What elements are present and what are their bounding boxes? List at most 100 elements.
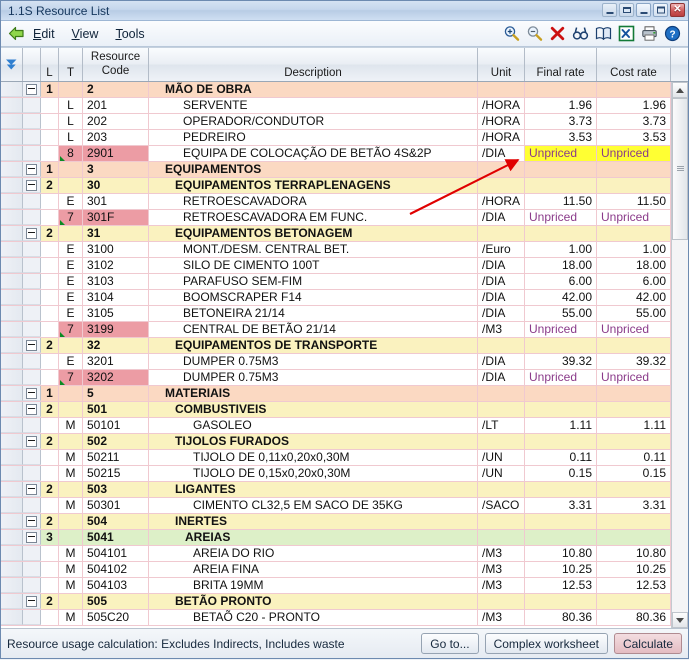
table-row[interactable]: L 203 PEDREIRO/HORA 3.53 3.53 bbox=[1, 130, 671, 146]
table-row[interactable]: E 3103 PARAFUSO SEM-FIM/DIA 6.00 6.00 bbox=[1, 274, 671, 290]
table-row[interactable]: 2 501 COMBUSTIVEIS bbox=[1, 402, 671, 418]
table-row[interactable]: 2 503 LIGANTES bbox=[1, 482, 671, 498]
find-icon[interactable] bbox=[571, 24, 590, 43]
table-row[interactable]: M 505C20 BETAÕ C20 - PRONTO/M3 80.36 80.36 bbox=[1, 610, 671, 626]
table-row[interactable]: M 504102 AREIA FINA/M3 10.25 10.25 bbox=[1, 562, 671, 578]
table-row[interactable]: 2 30 EQUIPAMENTOS TERRAPLENAGENS bbox=[1, 178, 671, 194]
table-row[interactable]: M 50211 TIJOLO DE 0,11x0,20x0,30M/UN 0.11 0.… bbox=[1, 450, 671, 466]
expander-toggle[interactable] bbox=[23, 178, 41, 193]
table-row[interactable]: L 201 SERVENTE/HORA 1.96 1.96 bbox=[1, 98, 671, 114]
cell-cost-rate: 18.00 bbox=[597, 258, 671, 273]
expander-toggle[interactable] bbox=[23, 338, 41, 353]
table-row[interactable]: 2 504 INERTES bbox=[1, 514, 671, 530]
table-row[interactable]: 2 32 EQUIPAMENTOS DE TRANSPORTE bbox=[1, 338, 671, 354]
table-row[interactable]: M 50301 CIMENTO CL32,5 EM SACO DE 35KG/SAC… bbox=[1, 498, 671, 514]
filter-button[interactable] bbox=[1, 48, 23, 81]
calculate-button[interactable]: Calculate bbox=[613, 633, 682, 654]
header-description[interactable]: Description bbox=[149, 48, 478, 81]
collapse-icon[interactable] bbox=[26, 483, 37, 495]
table-row[interactable]: 7 3202 DUMPER 0.75M3/DIA Unpriced Unpriced bbox=[1, 370, 671, 386]
table-row[interactable]: 2 502 TIJOLOS FURADOS bbox=[1, 434, 671, 450]
zoom-in-icon[interactable] bbox=[502, 24, 521, 43]
table-row[interactable]: 8 2901 EQUIPA DE COLOCAÇÃO DE BETÃO 4S&2P /… bbox=[1, 146, 671, 162]
collapse-icon[interactable] bbox=[26, 339, 37, 351]
cell-unit: /HORA bbox=[478, 130, 525, 145]
expander-toggle[interactable] bbox=[23, 402, 41, 417]
header-cost-rate[interactable]: Cost rate bbox=[597, 48, 671, 81]
minimize-button[interactable] bbox=[636, 3, 651, 17]
table-row[interactable]: E 3100 MONT./DESM. CENTRAL BET./Euro 1.00 1.… bbox=[1, 242, 671, 258]
zoom-out-icon[interactable] bbox=[525, 24, 544, 43]
go-to-button[interactable]: Go to... bbox=[421, 633, 479, 654]
collapse-icon[interactable] bbox=[26, 227, 37, 239]
collapse-icon[interactable] bbox=[26, 179, 37, 191]
print-icon[interactable] bbox=[640, 24, 659, 43]
expander-toggle[interactable] bbox=[23, 162, 41, 177]
row-gutter bbox=[1, 178, 23, 193]
expander-toggle[interactable] bbox=[23, 530, 41, 545]
expander-toggle[interactable] bbox=[23, 82, 41, 97]
close-button[interactable]: ✕ bbox=[670, 3, 685, 17]
cell-resource-code: 50301 bbox=[83, 498, 149, 513]
complex-worksheet-button[interactable]: Complex worksheet bbox=[484, 633, 608, 654]
scrollbar-thumb[interactable] bbox=[672, 98, 688, 240]
menu-item-tools[interactable]: Tools bbox=[113, 26, 146, 42]
collapse-icon[interactable] bbox=[26, 403, 37, 415]
table-row[interactable]: 2 31 EQUIPAMENTOS BETONAGEM bbox=[1, 226, 671, 242]
collapse-icon[interactable] bbox=[26, 595, 37, 607]
table-row[interactable]: L 202 OPERADOR/CONDUTOR/HORA 3.73 3.73 bbox=[1, 114, 671, 130]
table-row[interactable]: M 504103 BRITA 19MM/M3 12.53 12.53 bbox=[1, 578, 671, 594]
menu-item-view[interactable]: View bbox=[70, 26, 101, 42]
collapse-icon[interactable] bbox=[26, 435, 37, 447]
export-excel-icon[interactable] bbox=[617, 24, 636, 43]
collapse-icon[interactable] bbox=[26, 531, 37, 543]
expander-toggle[interactable] bbox=[23, 514, 41, 529]
mdi-restore-button[interactable] bbox=[619, 3, 634, 17]
help-icon[interactable]: ? bbox=[663, 24, 682, 43]
table-row[interactable]: E 3105 BETONEIRA 21/14/DIA 55.00 55.00 bbox=[1, 306, 671, 322]
table-row[interactable]: M 50101 GASOLEO/LT 1.11 1.11 bbox=[1, 418, 671, 434]
expander-toggle[interactable] bbox=[23, 434, 41, 449]
vertical-scrollbar[interactable] bbox=[671, 82, 688, 628]
table-row[interactable]: 1 2 MÃO DE OBRA bbox=[1, 82, 671, 98]
back-arrow-icon[interactable] bbox=[7, 26, 25, 42]
table-row[interactable]: 1 3 EQUIPAMENTOS bbox=[1, 162, 671, 178]
table-row[interactable]: E 3102 SILO DE CIMENTO 100T/DIA 18.00 18.00 bbox=[1, 258, 671, 274]
book-icon[interactable] bbox=[594, 24, 613, 43]
scrollbar-track[interactable] bbox=[672, 98, 688, 612]
header-resource-code[interactable]: Resource Code bbox=[83, 48, 149, 81]
table-row[interactable]: 2 505 BETÃO PRONTO bbox=[1, 594, 671, 610]
table-row[interactable]: 3 5041 AREIAS bbox=[1, 530, 671, 546]
maximize-button[interactable] bbox=[653, 3, 668, 17]
expander-toggle[interactable] bbox=[23, 386, 41, 401]
collapse-icon[interactable] bbox=[26, 83, 37, 95]
delete-icon[interactable] bbox=[548, 24, 567, 43]
table-row[interactable]: M 504101 AREIA DO RIO/M3 10.80 10.80 bbox=[1, 546, 671, 562]
table-row[interactable]: E 3201 DUMPER 0.75M3/DIA 39.32 39.32 bbox=[1, 354, 671, 370]
header-t[interactable]: T bbox=[59, 48, 83, 81]
cell-description: BETÃO PRONTO bbox=[149, 594, 478, 609]
scroll-up-button[interactable] bbox=[672, 82, 688, 98]
collapse-icon[interactable] bbox=[26, 387, 37, 399]
expand-all-header[interactable] bbox=[23, 48, 41, 81]
mdi-minimize-button[interactable] bbox=[602, 3, 617, 17]
collapse-icon[interactable] bbox=[26, 163, 37, 175]
header-final-rate[interactable]: Final rate bbox=[525, 48, 597, 81]
collapse-icon[interactable] bbox=[26, 515, 37, 527]
table-row[interactable]: M 50215 TIJOLO DE 0,15x0,20x0,30M/UN 0.15 0.… bbox=[1, 466, 671, 482]
cell-resource-code: 202 bbox=[83, 114, 149, 129]
cell-final-rate: 39.32 bbox=[525, 354, 597, 369]
expander-toggle[interactable] bbox=[23, 482, 41, 497]
table-row[interactable]: E 3104 BOOMSCRAPER F14/DIA 42.00 42.00 bbox=[1, 290, 671, 306]
expander-toggle[interactable] bbox=[23, 226, 41, 241]
header-unit[interactable]: Unit bbox=[478, 48, 525, 81]
row-gutter bbox=[1, 546, 23, 561]
menu-item-edit[interactable]: Edit bbox=[31, 26, 57, 42]
table-row[interactable]: 7 301F RETROESCAVADORA EM FUNC./DIA Unprice… bbox=[1, 210, 671, 226]
table-row[interactable]: 1 5 MATERIAIS bbox=[1, 386, 671, 402]
header-l[interactable]: L bbox=[41, 48, 59, 81]
scroll-down-button[interactable] bbox=[672, 612, 688, 628]
table-row[interactable]: 7 3199 CENTRAL DE BETÃO 21/14/M3 Unpriced Un… bbox=[1, 322, 671, 338]
table-row[interactable]: E 301 RETROESCAVADORA/HORA 11.50 11.50 bbox=[1, 194, 671, 210]
expander-toggle[interactable] bbox=[23, 594, 41, 609]
